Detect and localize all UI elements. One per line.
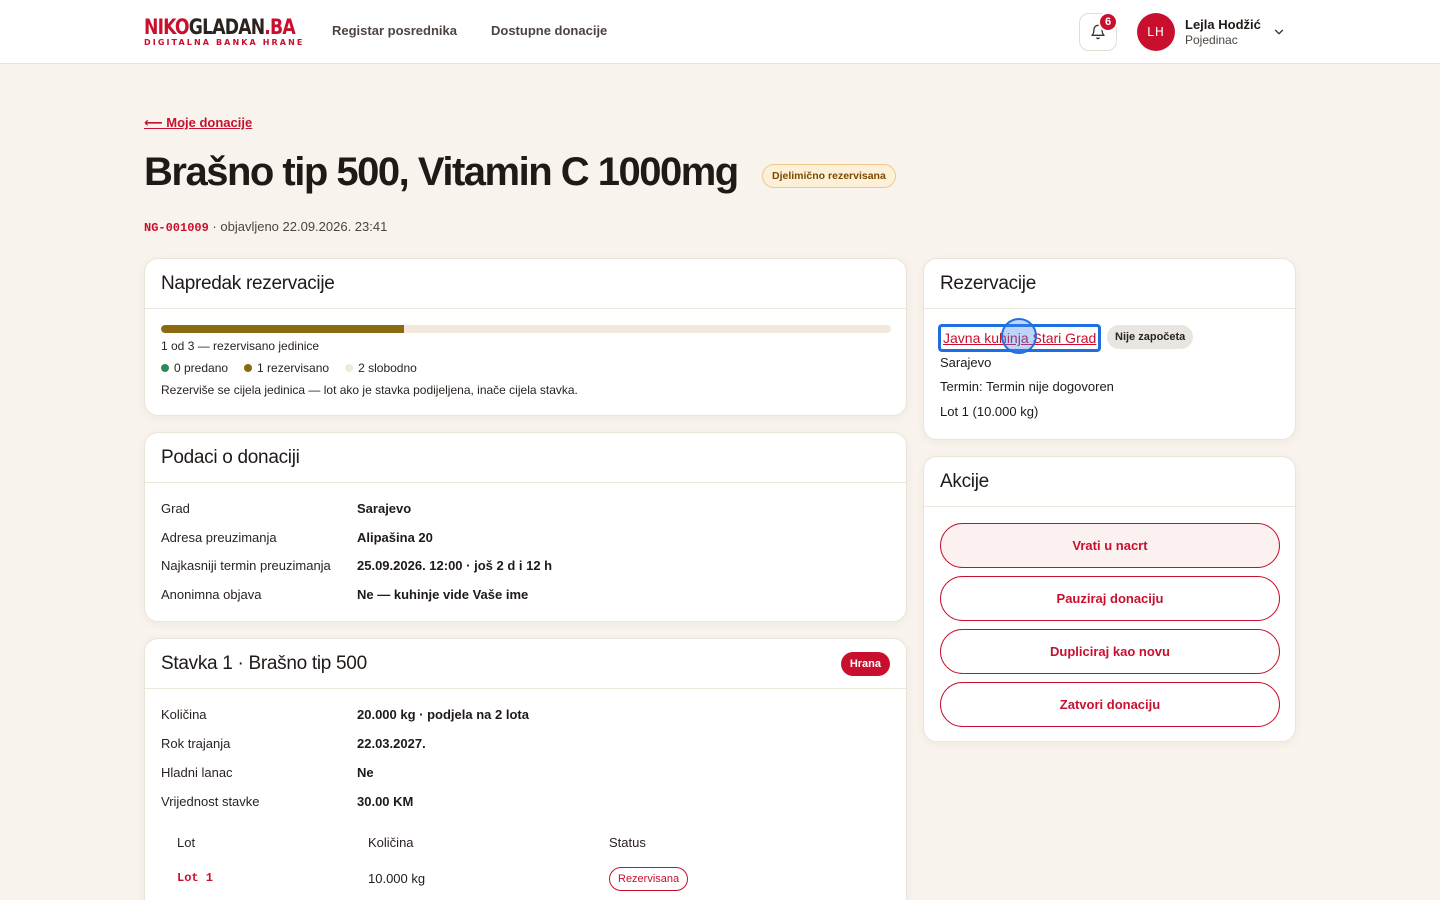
reservation-progress-bar <box>161 325 891 333</box>
reservation-lot: Lot 1 (10.000 kg) <box>940 404 1039 419</box>
duplicate-donation-button[interactable]: Dupliciraj kao novu <box>940 629 1280 674</box>
legend-item-delivered: 0 predano <box>161 361 228 375</box>
nav-link-dostupne-donacije[interactable]: Dostupne donacije <box>491 23 607 38</box>
back-to-my-donations-link[interactable]: ⟵ Moje donacije <box>144 115 252 131</box>
legend-dot <box>161 364 169 372</box>
card-title: Napredak rezervacije <box>161 272 335 294</box>
reservation-status-badge: Nije započeta <box>1107 325 1194 349</box>
actions-card: Akcije Vrati u nacrt Pauziraj donaciju D… <box>923 456 1296 742</box>
donation-status-badge: Djelimično rezervisana <box>762 164 896 188</box>
reservation-progress-card: Napredak rezervacije 1 od 3 — rezervisan… <box>144 258 907 416</box>
published-date: · objavljeno 22.09.2026. 23:41 <box>208 219 388 234</box>
top-navigation-bar: NIKOGLADAN.BA DIGITALNA BANKA HRANE Regi… <box>0 0 1440 64</box>
progress-caption: 1 od 3 — rezervisano jedinice <box>161 339 320 353</box>
legend-item-free: 2 slobodno <box>345 361 417 375</box>
user-role: Pojedinac <box>1185 33 1238 47</box>
lot-column-header: Lot <box>177 835 196 850</box>
category-badge: Hrana <box>840 651 890 676</box>
user-avatar[interactable]: LH <box>1137 13 1175 51</box>
donation-code: NG-001009 <box>144 221 209 235</box>
reservation-term: Termin: Termin nije dogovoren <box>940 379 1114 394</box>
nav-link-registar-posrednika[interactable]: Registar posrednika <box>332 23 457 38</box>
revert-to-draft-button[interactable]: Vrati u nacrt <box>940 523 1280 568</box>
legend-item-reserved: 1 rezervisano <box>244 361 329 375</box>
donation-details-card: Podaci o donaciji Grad Sarajevo Adresa pr… <box>144 432 907 622</box>
lot-status-badge: Rezervisana <box>609 867 689 891</box>
reservations-card: Rezervacije Javna kuhinja Stari Grad Nij… <box>923 258 1296 440</box>
progress-legend: 0 predano 1 rezervisano 2 slobodno <box>161 361 417 375</box>
card-title: Akcije <box>940 470 989 492</box>
legend-dot <box>244 364 253 372</box>
page-title: Brašno tip 500, Vitamin C 1000mg <box>144 150 739 194</box>
user-name[interactable]: Lejla Hodžić <box>1185 17 1261 32</box>
lot-code: Lot 1 <box>177 871 214 885</box>
reservation-city: Sarajevo <box>940 355 992 370</box>
lot-column-header: Status <box>609 835 646 850</box>
item-card: Stavka 1 · Brašno tip 500 Hrana Količina… <box>144 638 907 900</box>
site-logo[interactable]: NIKOGLADAN.BA DIGITALNA BANKA HRANE <box>144 16 328 47</box>
progress-fill <box>161 325 405 333</box>
close-donation-button[interactable]: Zatvori donaciju <box>940 682 1280 727</box>
card-title: Rezervacije <box>940 272 1036 294</box>
click-indicator <box>1001 318 1037 354</box>
card-title: Stavka 1 · Brašno tip 500 <box>161 652 367 674</box>
pause-donation-button[interactable]: Pauziraj donaciju <box>940 576 1280 621</box>
legend-dot <box>345 364 354 372</box>
lot-column-header: Količina <box>368 835 414 850</box>
lot-quantity: 10.000 kg <box>368 871 426 886</box>
logo-tagline: DIGITALNA BANKA HRANE <box>144 38 305 47</box>
notification-count-badge: 6 <box>1098 12 1118 32</box>
chevron-down-icon[interactable] <box>1272 25 1286 39</box>
logo-wordmark: NIKOGLADAN.BA <box>144 15 296 39</box>
card-title: Podaci o donaciji <box>161 446 300 468</box>
progress-note: Rezerviše se cijela jedinica — lot ako j… <box>161 383 578 397</box>
donation-meta: NG-001009 · objavljeno 22.09.2026. 23:41 <box>144 219 387 235</box>
